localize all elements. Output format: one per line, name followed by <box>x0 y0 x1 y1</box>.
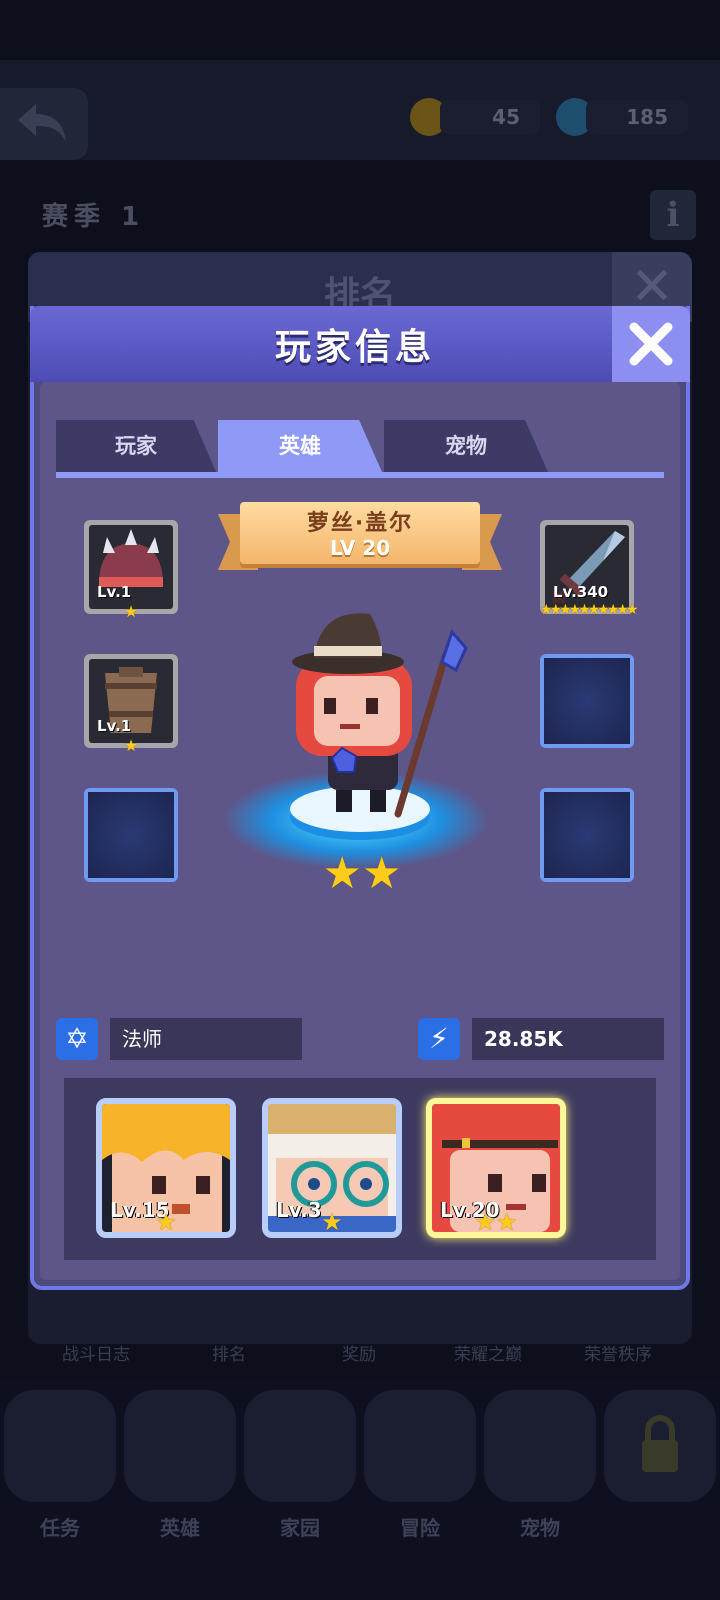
empty-slot-background <box>544 658 630 744</box>
slot-level: Lv.1 <box>97 583 132 601</box>
tab-underline <box>56 472 664 478</box>
class-field: 法师 <box>110 1018 302 1060</box>
slot-stars: ★ <box>123 736 139 755</box>
season-label: 赛季 1 <box>42 202 146 232</box>
nav-adventure[interactable]: 冒险 <box>364 1390 476 1540</box>
empty-slot-background <box>88 792 174 878</box>
tab-honor-order[interactable]: 荣誉秩序 <box>584 1340 652 1365</box>
slot-stars: ★ <box>123 602 139 621</box>
equip-slot-empty[interactable] <box>540 654 634 748</box>
empty-slot-background <box>544 792 630 878</box>
roster-stars: ★ <box>155 1208 177 1236</box>
tab-ranking[interactable]: 排名 <box>212 1340 246 1365</box>
back-button[interactable] <box>0 88 88 160</box>
equip-slot-weapon[interactable]: Lv.340 ★★★★★★★★★★ <box>540 520 639 618</box>
slot-level: Lv.340 <box>553 583 609 601</box>
nav-heroes[interactable]: 英雄 <box>124 1390 236 1540</box>
tab-player[interactable]: 玩家 <box>56 420 216 472</box>
ranking-bottom-tabs: 战斗日志 排名 奖励 荣耀之巅 荣誉秩序 <box>0 1340 720 1380</box>
tab-hero[interactable]: 英雄 <box>218 420 382 472</box>
roster-stars: ★ <box>321 1208 343 1236</box>
nav-home[interactable]: 家园 <box>244 1390 356 1540</box>
nav-label: 任务 <box>40 1516 80 1540</box>
nav-label: 冒险 <box>400 1516 440 1540</box>
nav-quests[interactable]: 任务 <box>4 1390 116 1540</box>
nav-locked[interactable] <box>604 1390 716 1502</box>
hero-stars: ★★ <box>322 848 402 899</box>
back-arrow-icon <box>18 104 66 142</box>
tab-battle-log[interactable]: 战斗日志 <box>62 1340 130 1365</box>
roster-card-hero[interactable]: Lv.15 ★ <box>96 1098 236 1238</box>
equip-slot-armor[interactable]: Lv.1 ★ <box>84 654 178 754</box>
gem-counter: 185 <box>586 100 688 134</box>
bottom-nav: 任务 英雄 家园 冒险 宠物 <box>0 1380 720 1600</box>
lock-icon <box>642 1415 678 1472</box>
nav-pets[interactable]: 宠物 <box>484 1390 596 1540</box>
nav-label: 英雄 <box>160 1516 200 1540</box>
modal-title: 玩家信息 <box>274 327 435 368</box>
mage-class-icon: ✡ <box>56 1018 98 1060</box>
equip-slot-helmet[interactable]: Lv.1 ★ <box>84 520 178 620</box>
equip-slot-empty[interactable] <box>540 788 634 882</box>
tab-glory-peak[interactable]: 荣耀之巅 <box>454 1340 522 1365</box>
roster-card-hero-selected[interactable]: Lv.20 ★★ <box>426 1098 566 1238</box>
roster-card-hero[interactable]: Lv.3 ★ <box>262 1098 402 1238</box>
close-icon <box>629 322 673 366</box>
info-button[interactable]: i <box>650 190 696 240</box>
close-button[interactable] <box>612 306 690 382</box>
nav-label: 宠物 <box>520 1516 560 1540</box>
power-icon: ⚡ <box>418 1018 460 1060</box>
slot-level: Lv.1 <box>97 717 132 735</box>
roster-stars: ★★ <box>474 1208 518 1236</box>
coin-counter: 45 <box>440 100 540 134</box>
hero-character <box>292 613 468 818</box>
hero-name: 萝丝·盖尔 <box>306 511 414 536</box>
tab-pet[interactable]: 宠物 <box>384 420 548 472</box>
equip-slot-empty[interactable] <box>84 788 178 882</box>
slot-stars: ★★★★★★★★★★ <box>540 602 639 618</box>
nav-label: 家园 <box>280 1516 320 1540</box>
power-field: 28.85K <box>472 1018 664 1060</box>
hero-level: LV 20 <box>329 536 391 560</box>
tab-rewards[interactable]: 奖励 <box>342 1340 376 1365</box>
